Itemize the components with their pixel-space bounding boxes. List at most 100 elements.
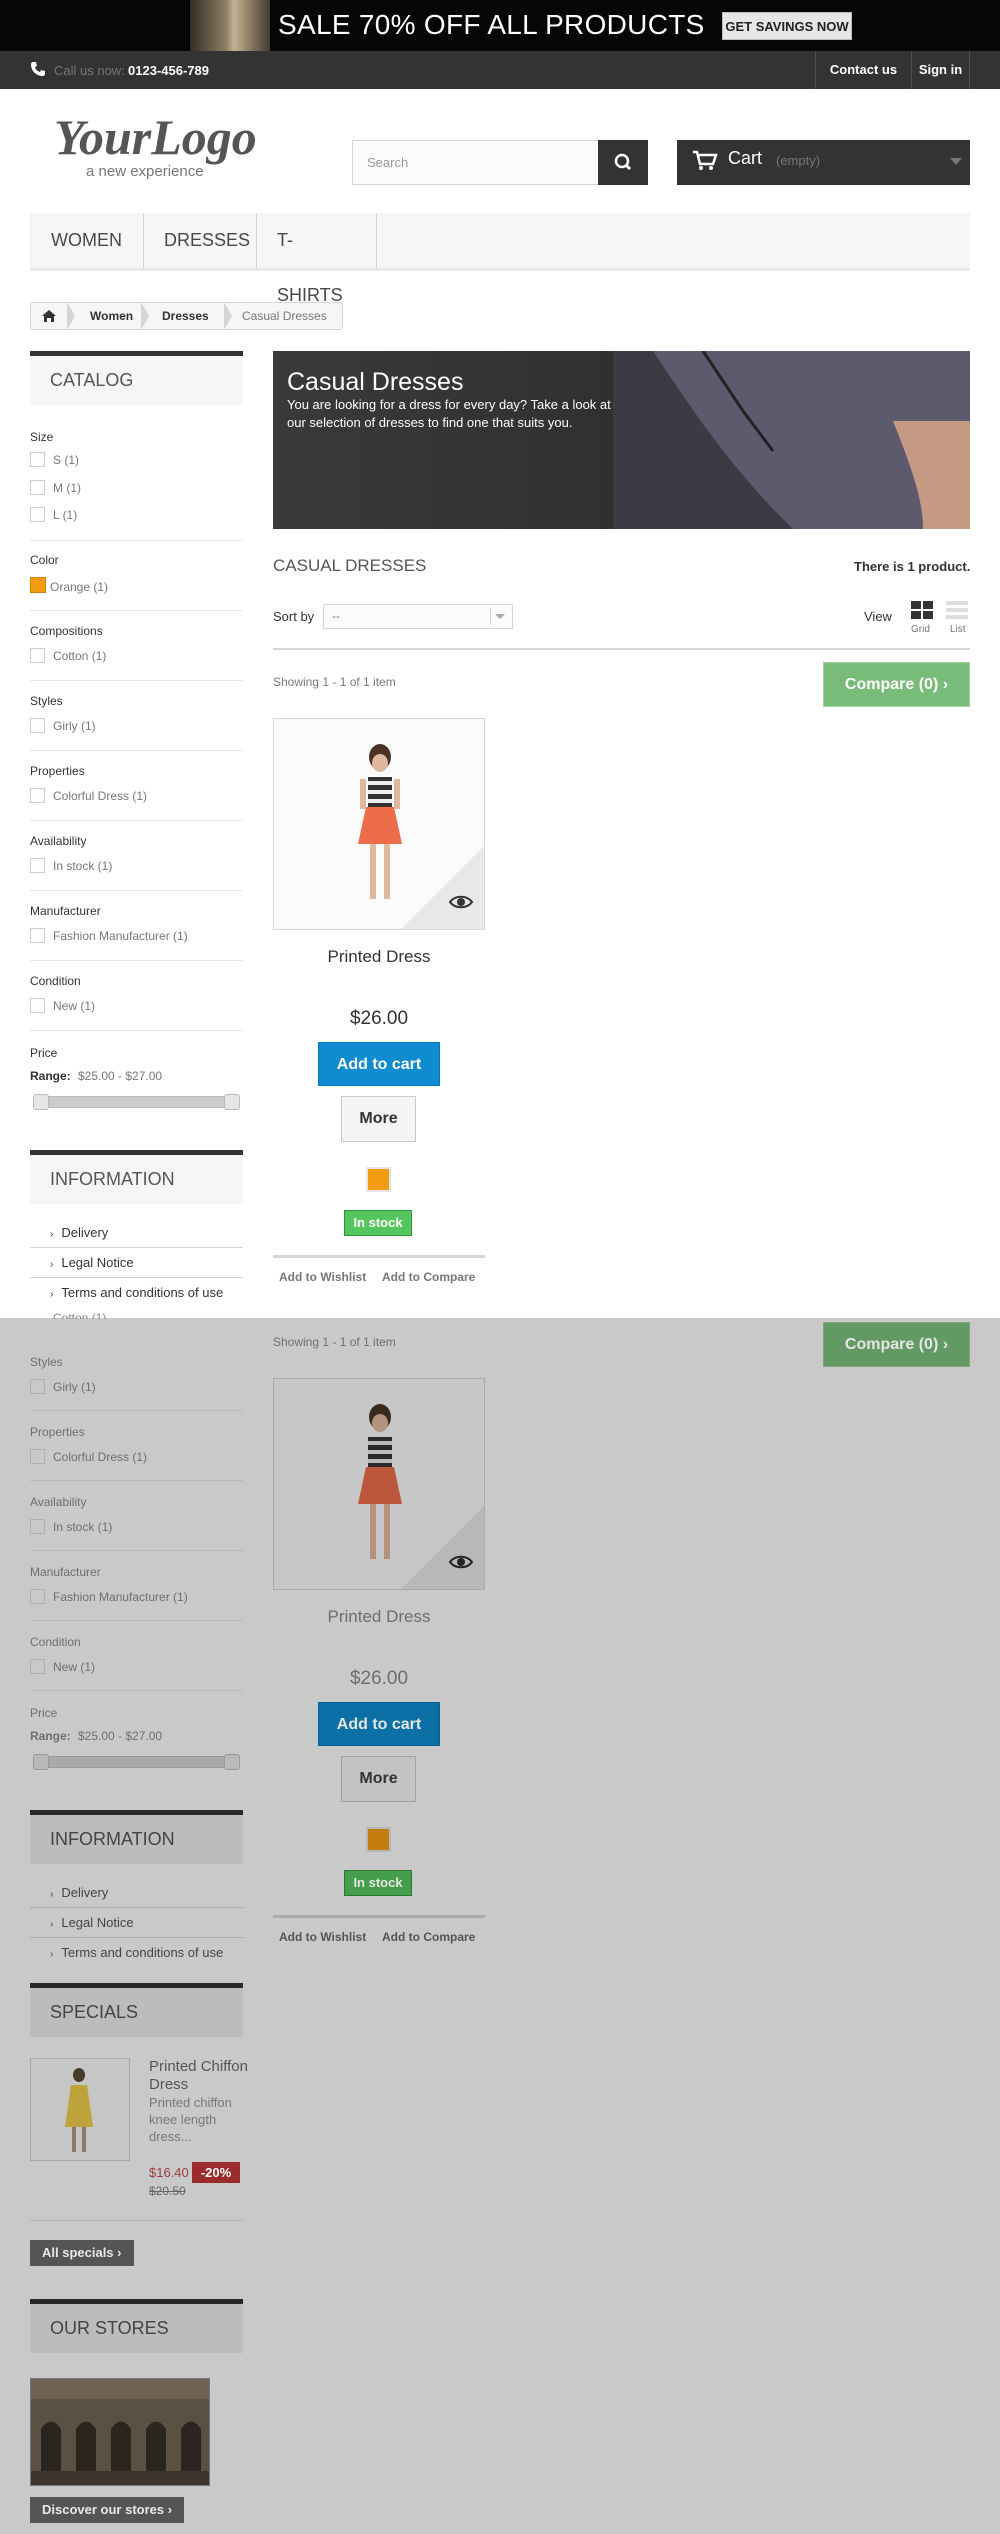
info-link-delivery[interactable]: › Delivery xyxy=(30,1218,243,1248)
quick-view-eye-icon[interactable] xyxy=(448,893,474,911)
filter-manufacturer-label-faded: Manufacturer xyxy=(30,1565,101,1579)
checkbox xyxy=(30,1449,45,1464)
price-slider-handle-faded xyxy=(33,1754,49,1770)
more-button-faded: More xyxy=(341,1756,416,1802)
filter-in-stock-faded: In stock (1) xyxy=(53,1520,113,1534)
quick-view-eye-icon xyxy=(448,1555,474,1569)
get-savings-button[interactable]: GET SAVINGS NOW xyxy=(722,12,852,40)
filter-colorful-dress-faded: Colorful Dress (1) xyxy=(53,1450,148,1464)
checkbox[interactable] xyxy=(30,480,45,495)
filter-new[interactable]: New (1) xyxy=(53,999,95,1013)
divider xyxy=(273,1915,485,1918)
filter-girly[interactable]: Girly (1) xyxy=(53,719,96,733)
filter-cotton[interactable]: Cotton (1) xyxy=(53,649,106,663)
info-link-terms-faded: › Terms and conditions of use xyxy=(30,1938,243,1968)
price-slider[interactable] xyxy=(33,1096,240,1108)
chevron-down-icon[interactable] xyxy=(490,608,508,625)
all-specials-button: All specials › xyxy=(30,2240,134,2266)
sort-select[interactable]: -- xyxy=(323,604,513,629)
price-range-value-faded: $25.00 - $27.00 xyxy=(78,1729,163,1743)
filter-color-orange[interactable]: Orange (1) xyxy=(50,580,108,594)
add-to-wishlist-link[interactable]: Add to Wishlist xyxy=(279,1270,366,1284)
cart-icon xyxy=(693,150,718,170)
info-link-legal[interactable]: › Legal Notice xyxy=(30,1248,243,1278)
compare-button[interactable]: Compare (0) › xyxy=(823,662,970,707)
store-photo xyxy=(30,2378,210,2486)
filter-price-label-faded: Price xyxy=(30,1706,58,1720)
filter-size-s[interactable]: S (1) xyxy=(53,453,79,467)
color-swatch-orange[interactable] xyxy=(30,577,46,593)
filter-size-m[interactable]: M (1) xyxy=(53,481,81,495)
add-to-cart-button-faded: Add to cart xyxy=(318,1702,440,1746)
sign-in-link[interactable]: Sign in xyxy=(911,51,970,89)
filter-in-stock[interactable]: In stock (1) xyxy=(53,859,112,873)
checkbox[interactable] xyxy=(30,928,45,943)
all-specials-label: All specials xyxy=(42,2245,114,2260)
grid-view-icon[interactable] xyxy=(910,600,934,620)
divider xyxy=(30,890,243,891)
cart-block[interactable] xyxy=(677,140,970,185)
add-to-cart-button[interactable]: Add to cart xyxy=(318,1042,440,1086)
grid-label[interactable]: Grid xyxy=(911,624,930,635)
checkbox[interactable] xyxy=(30,452,45,467)
in-stock-badge: In stock xyxy=(344,1210,412,1236)
our-stores-title: OUR STORES xyxy=(30,2299,243,2353)
chevron-right-icon: › xyxy=(50,1919,54,1930)
breadcrumb-women[interactable]: Women xyxy=(90,302,133,330)
product-count: There is 1 product. xyxy=(854,559,971,574)
contact-us-link[interactable]: Contact us xyxy=(815,51,911,89)
menu-item-women[interactable]: WOMEN xyxy=(30,213,144,268)
checkbox[interactable] xyxy=(30,788,45,803)
info-link-delivery-faded: › Delivery xyxy=(30,1878,243,1908)
divider xyxy=(30,610,243,611)
home-icon[interactable] xyxy=(41,309,57,323)
checkbox[interactable] xyxy=(30,648,45,663)
store-logo[interactable]: YourLogo a new experience xyxy=(52,110,292,180)
special-product-price: $16.40 xyxy=(149,2165,189,2180)
filter-styles-label-faded: Styles xyxy=(30,1355,63,1369)
add-to-compare-link[interactable]: Add to Compare xyxy=(382,1270,475,1284)
menu-item-tshirts[interactable]: T-SHIRTS xyxy=(257,213,377,305)
divider xyxy=(30,680,243,681)
special-old-price: $20.50 xyxy=(149,2184,186,2198)
breadcrumb-dresses[interactable]: Dresses xyxy=(162,302,209,330)
filter-price-label: Price xyxy=(30,1046,58,1060)
list-view-icon[interactable] xyxy=(945,600,969,620)
chevron-right-icon: › xyxy=(50,1289,54,1300)
category-title: Casual Dresses xyxy=(287,368,464,396)
checkbox[interactable] xyxy=(30,718,45,733)
price-slider-max-handle[interactable] xyxy=(224,1094,240,1110)
chevron-right-icon: › xyxy=(117,2245,122,2260)
filter-girly-faded: Girly (1) xyxy=(53,1380,96,1394)
showing-count-faded: Showing 1 - 1 of 1 item xyxy=(273,1335,396,1349)
checkbox[interactable] xyxy=(30,858,45,873)
checkbox[interactable] xyxy=(30,507,45,522)
search-input[interactable]: Search xyxy=(352,140,600,185)
category-heading: CASUAL DRESSES xyxy=(273,556,427,575)
checkbox[interactable] xyxy=(30,998,45,1013)
divider xyxy=(30,540,243,541)
filter-manufacturer-label: Manufacturer xyxy=(30,904,101,918)
filter-fashion-manufacturer[interactable]: Fashion Manufacturer (1) xyxy=(53,929,188,943)
chevron-right-icon: › xyxy=(50,1949,54,1960)
view-label: View xyxy=(864,609,892,624)
info-link-label: Terms and conditions of use xyxy=(61,1945,224,1960)
chevron-right-icon: › xyxy=(942,676,949,693)
product-name[interactable]: Printed Dress xyxy=(273,947,485,967)
more-button[interactable]: More xyxy=(341,1096,416,1142)
phone-number: 0123-456-789 xyxy=(128,63,209,78)
filter-new-faded: New (1) xyxy=(53,1660,96,1674)
list-label[interactable]: List xyxy=(950,624,966,635)
price-slider-min-handle[interactable] xyxy=(33,1094,49,1110)
filter-colorful-dress[interactable]: Colorful Dress (1) xyxy=(53,789,147,803)
chevron-right-icon: › xyxy=(167,2502,173,2517)
product-color-swatch[interactable] xyxy=(366,1167,391,1192)
divider xyxy=(30,1030,243,1031)
info-link-terms[interactable]: › Terms and conditions of use xyxy=(30,1278,243,1308)
checkbox xyxy=(30,1519,45,1534)
menu-item-dresses[interactable]: DRESSES xyxy=(144,213,257,268)
search-button[interactable] xyxy=(598,140,648,185)
discover-stores-label: Discover our stores xyxy=(42,2502,165,2517)
filter-size-l[interactable]: L (1) xyxy=(53,508,77,522)
specials-title: SPECIALS xyxy=(30,1983,243,2037)
